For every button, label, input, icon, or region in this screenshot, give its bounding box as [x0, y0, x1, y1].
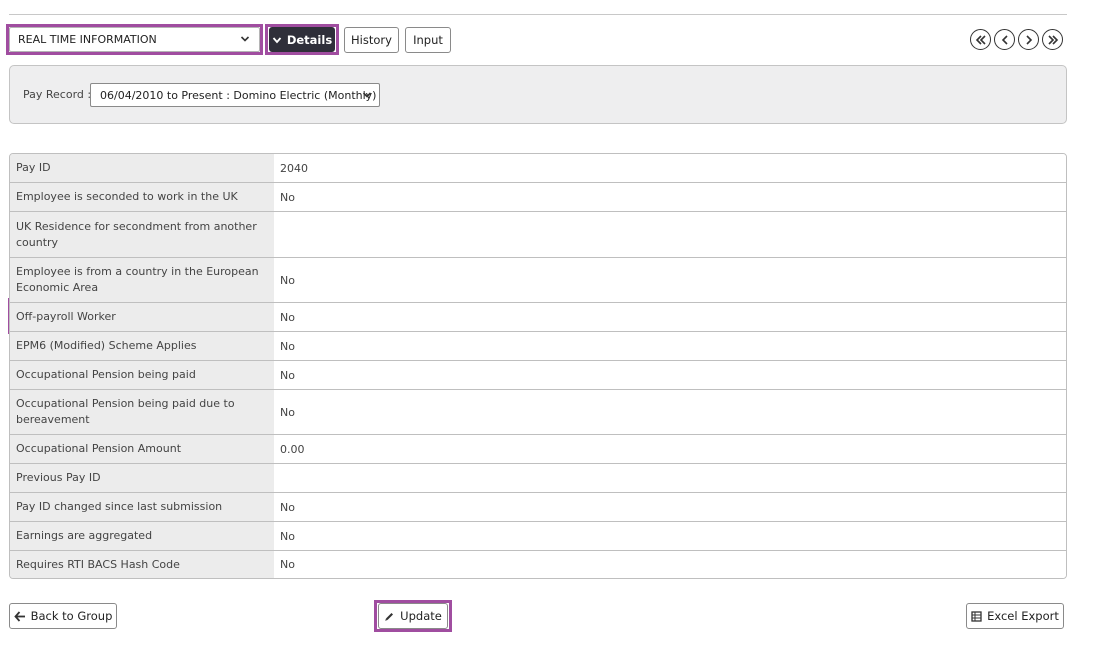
last-record-button[interactable]	[1042, 29, 1063, 50]
next-record-button[interactable]	[1018, 29, 1039, 50]
row-label: UK Residence for secondment from another…	[10, 212, 274, 257]
chevron-down-icon	[272, 36, 282, 43]
row-value: No	[274, 303, 1066, 331]
row-value: No	[274, 183, 1066, 211]
chevron-down-icon	[362, 92, 372, 98]
double-chevron-right-icon	[1047, 34, 1058, 45]
row-value: 2040	[274, 154, 1066, 182]
table-row-off-payroll: Off-payroll Worker No	[10, 302, 1066, 331]
table-row: Employee is seconded to work in the UK N…	[10, 182, 1066, 211]
arrow-left-icon	[13, 610, 25, 622]
row-label: Requires RTI BACS Hash Code	[10, 551, 274, 578]
row-value: No	[274, 551, 1066, 578]
row-label: Occupational Pension Amount	[10, 435, 274, 463]
row-value	[274, 464, 1066, 492]
update-button[interactable]: Update	[378, 603, 448, 629]
row-label: Employee is from a country in the Europe…	[10, 258, 274, 302]
double-chevron-left-icon	[975, 34, 986, 45]
row-value: No	[274, 361, 1066, 389]
table-row: Requires RTI BACS Hash Code No	[10, 550, 1066, 578]
excel-export-label: Excel Export	[987, 609, 1059, 623]
row-label: Earnings are aggregated	[10, 522, 274, 550]
row-value: No	[274, 332, 1066, 360]
table-row: Earnings are aggregated No	[10, 521, 1066, 550]
table-row: Previous Pay ID	[10, 463, 1066, 492]
row-label: EPM6 (Modified) Scheme Applies	[10, 332, 274, 360]
pay-record-select-value: 06/04/2010 to Present : Domino Electric …	[100, 88, 377, 102]
input-button-label: Input	[413, 33, 443, 47]
table-row: Pay ID changed since last submission No	[10, 492, 1066, 521]
row-value: No	[274, 493, 1066, 521]
row-label: Occupational Pension being paid	[10, 361, 274, 389]
table-row: Occupational Pension being paid No	[10, 360, 1066, 389]
table-row: Occupational Pension Amount 0.00	[10, 434, 1066, 463]
pay-record-label: Pay Record :	[23, 88, 92, 101]
pencil-icon	[385, 612, 394, 621]
row-value: No	[274, 390, 1066, 434]
row-label: Pay ID	[10, 154, 274, 182]
row-label: Previous Pay ID	[10, 464, 274, 492]
row-value: No	[274, 522, 1066, 550]
rti-details-table: Pay ID 2040 Employee is seconded to work…	[9, 153, 1067, 579]
row-value	[274, 212, 1066, 257]
row-label: Pay ID changed since last submission	[10, 493, 274, 521]
pay-record-panel: Pay Record : 06/04/2010 to Present : Dom…	[9, 65, 1067, 124]
details-button-label: Details	[286, 32, 333, 47]
history-button[interactable]: History	[344, 27, 399, 53]
back-to-group-button[interactable]: Back to Group	[9, 603, 117, 629]
row-value: No	[274, 258, 1066, 302]
section-select[interactable]: REAL TIME INFORMATION	[9, 27, 260, 52]
update-button-label: Update	[400, 609, 442, 623]
input-button[interactable]: Input	[405, 27, 451, 53]
details-button[interactable]: Details	[269, 27, 335, 52]
row-value: 0.00	[274, 435, 1066, 463]
row-label: Occupational Pension being paid due to b…	[10, 390, 274, 434]
table-row: Employee is from a country in the Europe…	[10, 257, 1066, 302]
chevron-right-icon	[1025, 34, 1032, 45]
pay-record-select[interactable]: 06/04/2010 to Present : Domino Electric …	[90, 83, 380, 107]
history-button-label: History	[351, 33, 392, 47]
table-row: Occupational Pension being paid due to b…	[10, 389, 1066, 434]
chevron-down-icon	[240, 36, 250, 42]
section-select-value: REAL TIME INFORMATION	[18, 33, 157, 46]
top-divider	[9, 14, 1067, 15]
excel-export-button[interactable]: Excel Export	[966, 603, 1064, 629]
row-label: Employee is seconded to work in the UK	[10, 183, 274, 211]
table-icon	[971, 610, 982, 622]
row-label: Off-payroll Worker	[10, 303, 274, 331]
previous-record-button[interactable]	[994, 29, 1015, 50]
table-row: UK Residence for secondment from another…	[10, 211, 1066, 257]
first-record-button[interactable]	[970, 29, 991, 50]
chevron-left-icon	[1001, 34, 1008, 45]
table-row: EPM6 (Modified) Scheme Applies No	[10, 331, 1066, 360]
table-row: Pay ID 2040	[10, 154, 1066, 182]
back-to-group-label: Back to Group	[30, 609, 113, 623]
